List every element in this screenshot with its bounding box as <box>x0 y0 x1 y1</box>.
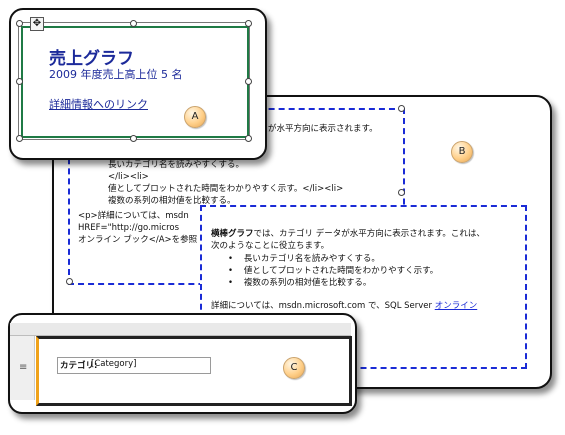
detail-text: 詳細については、msdn.microsoft.com で、SQL Server <box>211 301 435 311</box>
bullet-item: • 値としてプロットされた時間をわかりやすく示す。 <box>228 266 439 276</box>
resize-handle[interactable] <box>398 105 405 112</box>
bullet-text: 複数の系列の相対値を比較する。 <box>243 278 372 288</box>
rendered-bold-term: 横棒グラフ <box>211 229 254 239</box>
resize-handle[interactable] <box>130 20 137 27</box>
textbox-inner-border <box>21 26 249 138</box>
details-link[interactable]: 詳細情報へのリンク <box>49 96 148 112</box>
resize-handle[interactable] <box>66 278 73 285</box>
row-handle-icon[interactable]: ≡ <box>19 362 27 373</box>
resize-handle[interactable] <box>16 20 23 27</box>
bullet-item: • 複数の系列の相対値を比較する。 <box>228 278 372 288</box>
rendered-line: 次のようなことに役立ちます。 <box>211 241 330 251</box>
rendered-line-text: では、カテゴリ データが水平方向に表示されます。これは、 <box>253 229 485 239</box>
category-field-value: [Category] <box>91 359 137 369</box>
resize-handle[interactable] <box>245 78 252 85</box>
resize-handle[interactable] <box>16 78 23 85</box>
online-link[interactable]: オンライン <box>435 301 478 311</box>
bullet-item: • 長いカテゴリ名を読みやすくする。 <box>228 254 380 264</box>
resize-handle[interactable] <box>398 189 405 196</box>
callout-a: A <box>184 106 206 128</box>
move-handle-icon[interactable]: ✥ <box>30 17 44 31</box>
resize-handle[interactable] <box>16 135 23 142</box>
rendered-line: 横棒グラフでは、カテゴリ データが水平方向に表示されます。これは、 <box>211 228 485 240</box>
rendered-detail-line: 詳細については、msdn.microsoft.com で、SQL Server … <box>211 300 477 312</box>
bullet-text: 長いカテゴリ名を読みやすくする。 <box>243 254 380 264</box>
column-ruler <box>10 323 351 336</box>
callout-c: C <box>283 357 305 379</box>
chart-subtitle: 2009 年度売上高上位 5 名 <box>49 68 183 81</box>
resize-handle[interactable] <box>245 20 252 27</box>
resize-handle[interactable] <box>130 135 137 142</box>
resize-handle[interactable] <box>245 135 252 142</box>
callout-b: B <box>451 141 473 163</box>
bullet-text: 値としてプロットされた時間をわかりやすく示す。 <box>243 266 439 276</box>
